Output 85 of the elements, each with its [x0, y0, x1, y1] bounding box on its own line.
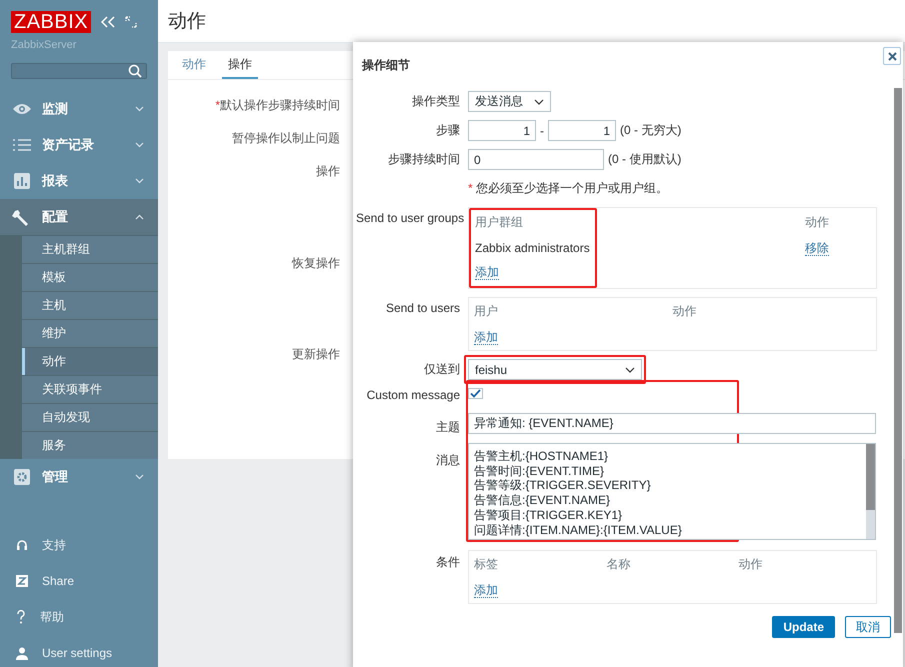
eye-icon [12, 103, 32, 115]
column-header: 用户群组 [475, 214, 524, 231]
hint-text: (0 - 无穷大) [620, 122, 682, 139]
menu-item[interactable]: 报表 [0, 163, 158, 199]
form-label: 暂停操作以制止问题 [232, 131, 340, 145]
message-textarea[interactable]: 告警主机:{HOSTNAME1} 告警时间:{EVENT.TIME} 告警等级:{TRIGGER.SEVERITY} 告警信息:{EVENT.NAME} 告警项目:{TRIGGER.KEY1} 问题详情:{ITEM.NAME}:{ITEM.VALUE} [468, 443, 876, 540]
submenu-item[interactable]: 模板 [22, 263, 158, 291]
sidebar-link[interactable]: 帮助 [0, 599, 158, 635]
user-icon [16, 646, 28, 660]
step-to-field[interactable]: 1 [548, 120, 616, 141]
field-label: 主题 [435, 419, 460, 436]
headset-icon [16, 539, 28, 551]
menu-item[interactable]: 资产记录 [0, 127, 158, 163]
send-only-to-select[interactable]: feishu [468, 359, 642, 380]
column-header: 标签 [474, 556, 499, 573]
close-button[interactable] [883, 47, 901, 65]
search-icon[interactable] [128, 64, 142, 78]
list-icon [12, 139, 32, 151]
collapse-icon[interactable] [101, 16, 116, 28]
form-label: 恢复操作 [292, 256, 340, 270]
hint-text: (0 - 使用默认) [608, 151, 682, 168]
submenu-item[interactable]: 动作 [22, 347, 158, 375]
help-icon [16, 610, 26, 624]
tab[interactable]: 动作 [176, 51, 212, 79]
update-button[interactable]: Update [772, 616, 835, 638]
chevron-icon [135, 178, 144, 184]
menu-item[interactable]: 管理 [0, 459, 158, 495]
server-name: ZabbixServer [10, 38, 78, 51]
field-label: 条件 [435, 554, 460, 571]
scrollbar[interactable] [894, 88, 902, 633]
submenu-item[interactable]: 维护 [22, 319, 158, 347]
checkbox[interactable] [468, 388, 483, 399]
step-from-field[interactable]: 1 [468, 120, 536, 141]
operation-type-select[interactable]: 发送消息 [468, 91, 551, 112]
column-header: 动作 [805, 214, 829, 231]
add-link[interactable]: 添加 [475, 265, 499, 280]
gear-icon [12, 469, 32, 485]
form-label: 更新操作 [292, 347, 340, 361]
remove-link[interactable]: 移除 [805, 241, 829, 256]
chevron-icon [625, 366, 635, 372]
field-label: Custom message [366, 388, 460, 402]
menu-item[interactable]: 监测 [0, 91, 158, 127]
dialog-title: 操作细节 [362, 57, 410, 74]
column-header: 名称 [606, 556, 632, 573]
warning-text: * 您必须至少选择一个用户或用户组。 [468, 180, 668, 197]
column-header: 动作 [672, 303, 698, 320]
submenu-item[interactable]: 主机群组 [22, 235, 158, 263]
field-label: 步骤持续时间 [387, 151, 460, 168]
field-label: 仅送到 [423, 361, 460, 378]
tab[interactable]: 操作 [222, 51, 258, 79]
column-header: 用户 [474, 303, 499, 320]
field-label: 消息 [435, 452, 460, 469]
submenu-item[interactable]: 服务 [22, 431, 158, 459]
chevron-icon [135, 214, 144, 220]
sidebar-link[interactable]: 支持 [0, 527, 158, 563]
sidebar-link[interactable]: Share [0, 563, 158, 599]
add-link[interactable]: 添加 [474, 330, 498, 345]
field-label: Send to users [384, 300, 460, 315]
field-label: 步骤 [435, 122, 460, 139]
submenu-item[interactable]: 主机 [22, 291, 158, 319]
z-logo-icon [16, 575, 28, 587]
form-label: 操作 [316, 164, 340, 178]
fullscreen-icon[interactable] [125, 16, 138, 28]
subject-field[interactable]: 异常通知: {EVENT.NAME} [468, 413, 876, 434]
search-field[interactable] [11, 63, 147, 79]
separator: - [540, 124, 544, 138]
chevron-icon [534, 98, 544, 104]
bar-chart-icon [12, 173, 32, 189]
chevron-icon [135, 474, 144, 480]
column-header: 动作 [738, 556, 764, 573]
form-label: *默认操作步骤持续时间 [215, 98, 340, 112]
page-title: 动作 [168, 10, 206, 34]
chevron-icon [135, 106, 144, 112]
sidebar-link[interactable]: User settings [0, 635, 158, 667]
add-link[interactable]: 添加 [474, 583, 498, 598]
close-icon [888, 52, 896, 60]
submenu-item[interactable]: 关联项事件 [22, 375, 158, 403]
field-label: 操作类型 [411, 93, 460, 110]
submenu-item[interactable]: 自动发现 [22, 403, 158, 431]
menu-item[interactable]: 配置 [0, 199, 158, 235]
zabbix-logo[interactable]: ZABBIX [11, 11, 92, 33]
table-cell: Zabbix administrators [475, 241, 591, 255]
step-duration-field[interactable]: 0 [468, 149, 604, 170]
chevron-icon [135, 142, 144, 148]
cancel-button[interactable]: 取消 [845, 616, 891, 638]
